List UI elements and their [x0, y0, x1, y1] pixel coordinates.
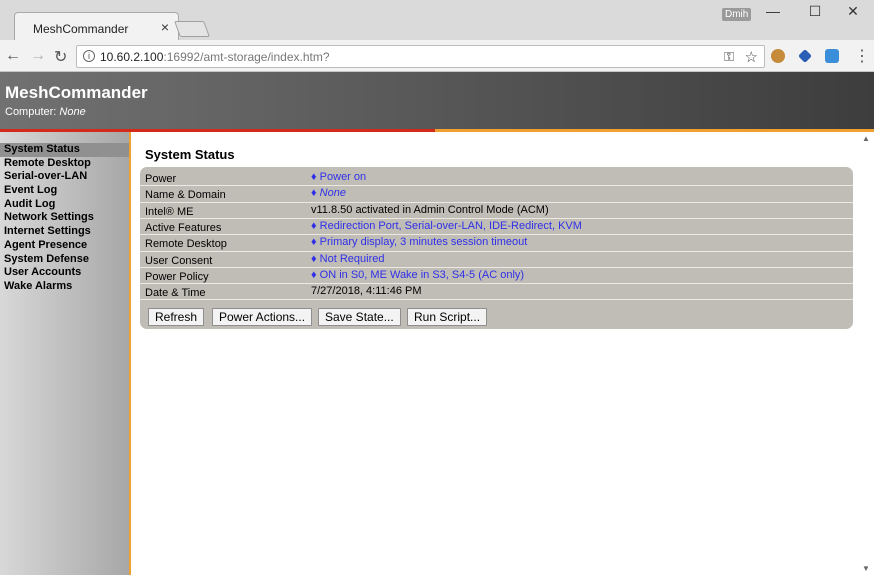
tab-close-icon[interactable]: ×	[161, 19, 169, 35]
menu-icon[interactable]: ⋮	[854, 46, 870, 66]
remote-desktop-link[interactable]: ♦ Primary display, 3 minutes session tim…	[311, 236, 527, 248]
sidebar-item-agent-presence[interactable]: Agent Presence	[0, 239, 129, 253]
scroll-up-icon[interactable]: ▲	[862, 134, 870, 143]
status-row-remote-desktop: Remote Desktop ♦ Primary display, 3 minu…	[140, 235, 853, 252]
sidebar-item-remote-desktop[interactable]: Remote Desktop	[0, 157, 129, 171]
computer-label: Computer:	[5, 106, 60, 118]
url-path: :16992/amt-storage/index.htm?	[163, 50, 330, 64]
url-host: 10.60.2.100	[100, 50, 164, 64]
sidebar-item-internet-settings[interactable]: Internet Settings	[0, 225, 129, 239]
active-features-link[interactable]: ♦ Redirection Port, Serial-over-LAN, IDE…	[311, 220, 582, 232]
row-label: Name & Domain	[145, 189, 226, 202]
user-badge[interactable]: Dmih	[722, 8, 752, 21]
row-label: Active Features	[145, 222, 222, 234]
power-actions-button[interactable]: Power Actions...	[212, 308, 313, 326]
bookmark-star-icon[interactable]: ☆	[745, 48, 758, 66]
tab-title: MeshCommander	[33, 22, 129, 36]
status-panel: Power ♦ Power on Name & Domain ♦ None In…	[140, 167, 853, 329]
sidebar-item-system-status[interactable]: System Status	[0, 143, 129, 157]
user-consent-link[interactable]: ♦ Not Required	[311, 253, 384, 265]
page-scrollbar[interactable]: ▲ ▼	[858, 132, 874, 575]
cookie-extension-icon[interactable]	[771, 49, 785, 63]
browser-toolbar: ← → ↻ i 10.60.2.100:16992/amt-storage/in…	[0, 40, 874, 72]
browser-tab[interactable]: MeshCommander ×	[14, 12, 179, 41]
sidebar-item-audit-log[interactable]: Audit Log	[0, 198, 129, 212]
status-row-active-features: Active Features ♦ Redirection Port, Seri…	[140, 219, 853, 236]
address-bar[interactable]: i 10.60.2.100:16992/amt-storage/index.ht…	[76, 45, 765, 68]
main-content: System Status Power ♦ Power on Name & Do…	[133, 132, 858, 575]
minimize-icon[interactable]: —	[750, 3, 796, 19]
run-script-button[interactable]: Run Script...	[407, 308, 488, 326]
refresh-button[interactable]: Refresh	[148, 308, 205, 326]
sidebar-item-wake-alarms[interactable]: Wake Alarms	[0, 280, 129, 294]
browser-tabstrip: MeshCommander × Dmih — ☐ ✕	[0, 0, 874, 41]
key-icon[interactable]: ⚿	[724, 49, 734, 65]
scroll-down-icon[interactable]: ▼	[862, 564, 870, 573]
row-label: Remote Desktop	[145, 238, 227, 251]
sidebar-item-system-defense[interactable]: System Defense	[0, 253, 129, 267]
back-icon[interactable]: ←	[5, 47, 21, 65]
row-label: User Consent	[145, 254, 213, 267]
computer-value: None	[59, 106, 86, 118]
power-state-link[interactable]: ♦ Power on	[311, 171, 366, 183]
status-row-intel-me: Intel® ME v11.8.50 activated in Admin Co…	[140, 203, 853, 219]
reload-icon[interactable]: ↻	[54, 47, 67, 67]
app-header: MeshCommander Computer: None	[0, 72, 874, 131]
info-icon[interactable]: i	[83, 50, 95, 62]
row-label: Power	[145, 173, 177, 185]
url-text[interactable]: 10.60.2.100:16992/amt-storage/index.htm?	[100, 50, 330, 64]
forward-icon[interactable]: →	[30, 47, 46, 65]
page-title: System Status	[145, 147, 235, 162]
new-tab-button[interactable]	[174, 21, 210, 37]
status-row-power: Power ♦ Power on	[140, 170, 853, 187]
power-policy-link[interactable]: ♦ ON in S0, ME Wake in S3, S4-5 (AC only…	[311, 269, 524, 281]
row-label: Intel® ME	[145, 205, 194, 218]
sidebar-item-user-accounts[interactable]: User Accounts	[0, 266, 129, 280]
window-extension-icon[interactable]	[825, 49, 839, 63]
v-extension-icon[interactable]	[798, 49, 812, 63]
status-row-user-consent: User Consent ♦ Not Required	[140, 252, 853, 268]
intel-me-value: v11.8.50 activated in Admin Control Mode…	[311, 203, 549, 216]
status-row-date-time: Date & Time 7/27/2018, 4:11:46 PM	[140, 284, 853, 301]
status-row-name-domain: Name & Domain ♦ None	[140, 186, 853, 203]
sidebar: System Status Remote Desktop Serial-over…	[0, 132, 131, 575]
sidebar-item-event-log[interactable]: Event Log	[0, 184, 129, 198]
name-domain-link[interactable]: ♦ None	[311, 187, 346, 199]
close-window-icon[interactable]: ✕	[830, 3, 874, 20]
sidebar-item-network-settings[interactable]: Network Settings	[0, 211, 129, 225]
sidebar-item-serial-over-lan[interactable]: Serial-over-LAN	[0, 170, 129, 184]
app-title: MeshCommander	[5, 83, 148, 102]
save-state-button[interactable]: Save State...	[318, 308, 401, 326]
status-row-power-policy: Power Policy ♦ ON in S0, ME Wake in S3, …	[140, 268, 853, 285]
date-time-value: 7/27/2018, 4:11:46 PM	[311, 285, 422, 298]
computer-line: Computer: None	[5, 106, 86, 118]
row-label: Date & Time	[145, 287, 206, 300]
row-label: Power Policy	[145, 270, 209, 283]
